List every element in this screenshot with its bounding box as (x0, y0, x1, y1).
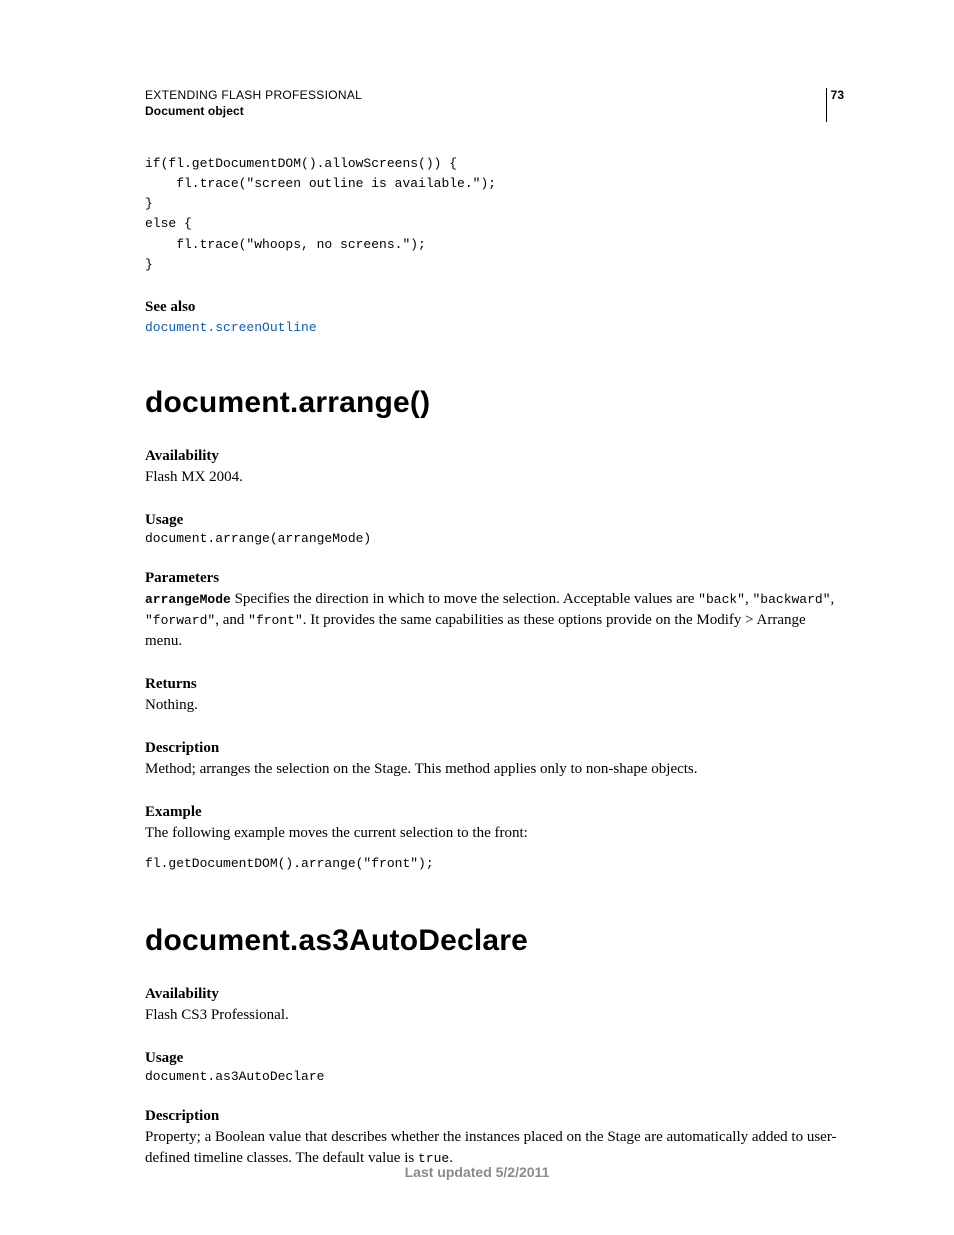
example-code: fl.getDocumentDOM().arrange("front"); (145, 854, 844, 874)
returns-text: Nothing. (145, 695, 844, 716)
availability-text: Flash MX 2004. (145, 467, 844, 488)
returns-heading: Returns (145, 676, 844, 693)
example-heading: Example (145, 804, 844, 821)
page-number: 73 (831, 88, 844, 102)
usage-heading-2: Usage (145, 1050, 844, 1067)
api-title-autodeclare: document.as3AutoDeclare (145, 924, 844, 958)
parameters-text: arrangeMode Specifies the direction in w… (145, 589, 844, 652)
usage-code-2: document.as3AutoDeclare (145, 1069, 844, 1084)
see-also-heading: See also (145, 299, 844, 316)
see-also-link[interactable]: document.screenOutline (145, 320, 317, 335)
running-header-title: EXTENDING FLASH PROFESSIONAL (145, 88, 844, 102)
description-text-2: Property; a Boolean value that describes… (145, 1127, 844, 1169)
usage-heading: Usage (145, 512, 844, 529)
description-text: Method; arranges the selection on the St… (145, 759, 844, 780)
param-name-arrangemode: arrangeMode (145, 592, 231, 607)
usage-code: document.arrange(arrangeMode) (145, 531, 844, 546)
availability-heading-2: Availability (145, 986, 844, 1003)
footer-updated: Last updated 5/2/2011 (0, 1164, 954, 1180)
description-heading: Description (145, 740, 844, 757)
availability-text-2: Flash CS3 Professional. (145, 1005, 844, 1026)
parameters-heading: Parameters (145, 570, 844, 587)
running-header-section: Document object (145, 104, 844, 118)
availability-heading: Availability (145, 448, 844, 465)
header-rule (826, 88, 827, 122)
description-heading-2: Description (145, 1108, 844, 1125)
example-text: The following example moves the current … (145, 823, 844, 844)
code-block-allowscreens: if(fl.getDocumentDOM().allowScreens()) {… (145, 154, 844, 275)
api-title-arrange: document.arrange() (145, 386, 844, 420)
